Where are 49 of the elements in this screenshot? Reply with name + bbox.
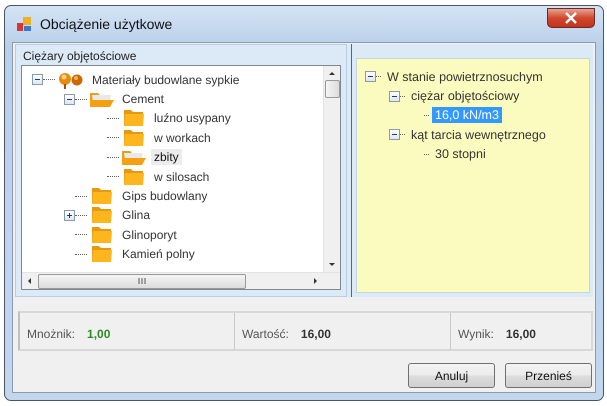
tree-item[interactable]: ciężar objętościowy: [408, 88, 522, 104]
summary-label: Mnożnik:: [27, 327, 76, 341]
collapse-icon[interactable]: [389, 129, 400, 140]
folder-icon: [89, 245, 115, 264]
summary-value: 16,00: [506, 327, 536, 341]
tree-item[interactable]: kąt tarcia wewnętrznego: [408, 126, 549, 143]
folder-icon: [121, 128, 147, 147]
folder-icon: [89, 206, 115, 224]
summary-label: Wynik:: [458, 327, 494, 341]
summary-value: 1,00: [87, 327, 110, 341]
app-icon: [16, 16, 32, 32]
summary-value: 16,00: [300, 327, 331, 341]
folder-icon: [89, 226, 115, 244]
scroll-thumb[interactable]: [38, 274, 246, 288]
collapse-icon[interactable]: [365, 71, 376, 82]
summary-label: Wartość:: [242, 327, 289, 341]
collapse-icon[interactable]: [64, 94, 75, 105]
collapse-icon[interactable]: [389, 90, 400, 102]
tree-item[interactable]: Glina: [119, 207, 154, 224]
tree-item[interactable]: Cement: [119, 91, 168, 108]
tree-item[interactable]: Materiały budowlane sypkie: [89, 72, 242, 88]
tree-item[interactable]: Kamień polny: [119, 246, 198, 262]
vertical-scrollbar[interactable]: [323, 66, 340, 272]
close-button[interactable]: [547, 8, 595, 28]
scroll-thumb[interactable]: [324, 80, 340, 98]
close-icon: [564, 12, 578, 24]
balls-icon: [57, 70, 85, 89]
transfer-button[interactable]: Przenieś: [505, 363, 592, 388]
tree-item[interactable]: 30 stopni: [432, 146, 489, 162]
collapse-icon[interactable]: [32, 74, 43, 86]
cancel-button[interactable]: Anuluj: [408, 363, 495, 388]
expand-icon[interactable]: [64, 210, 75, 221]
tree-item[interactable]: W stanie powietrznosuchym: [384, 68, 546, 85]
group-title: Ciężary objętościowe: [22, 48, 138, 65]
open-folder-icon: [89, 90, 115, 108]
grip-icon: [137, 277, 147, 285]
open-folder-icon: [121, 148, 147, 166]
window-title: Obciążenie użytkowe: [40, 16, 172, 32]
tree-item[interactable]: zbity: [151, 149, 182, 166]
tree-item[interactable]: Glinoporyt: [119, 226, 180, 243]
tree-item[interactable]: w workach: [151, 130, 214, 146]
splitter[interactable]: [347, 44, 356, 297]
tree-item[interactable]: w silosach: [151, 168, 212, 185]
folder-icon: [89, 187, 115, 206]
folder-icon: [121, 109, 147, 128]
horizontal-scrollbar[interactable]: [22, 272, 340, 289]
tree-item[interactable]: luźno usypany: [151, 110, 234, 126]
tree-item[interactable]: Gips budowlany: [119, 188, 210, 204]
folder-icon: [121, 168, 147, 186]
